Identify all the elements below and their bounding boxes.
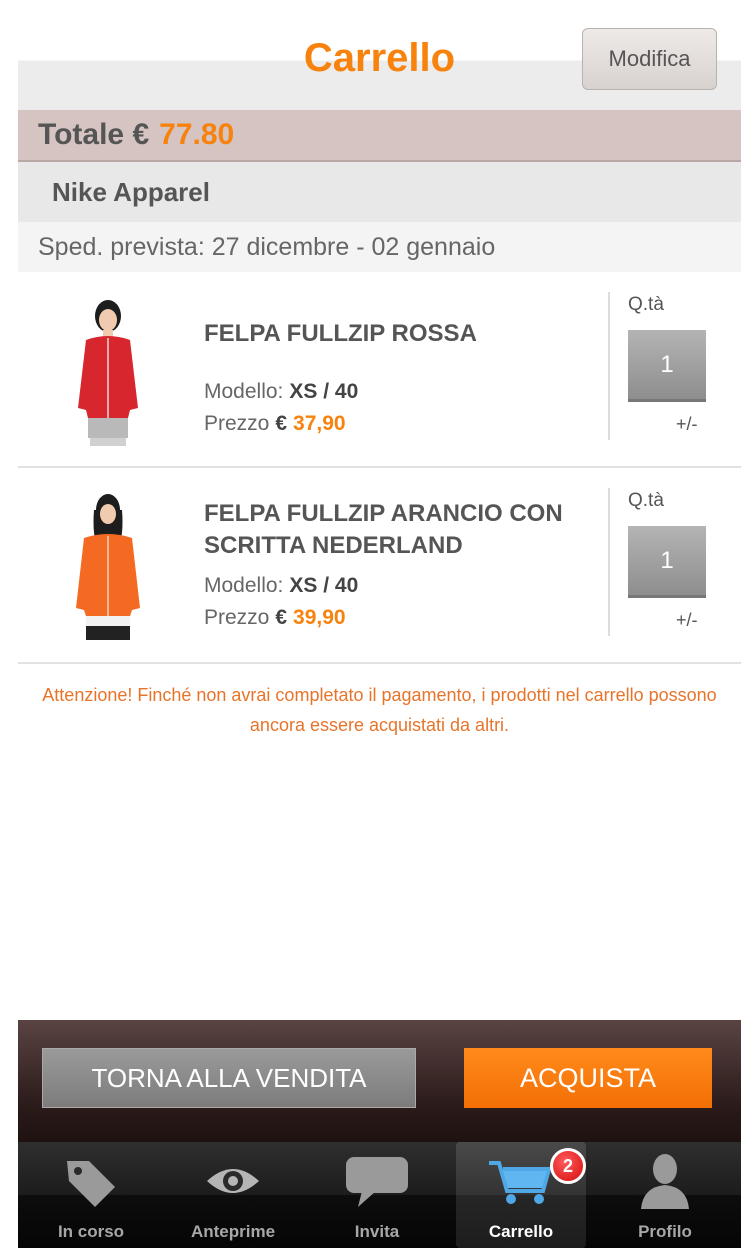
total-label: Totale € (38, 118, 150, 151)
price-label: Prezzo (204, 412, 270, 435)
total-amount: 77.80 (159, 118, 235, 151)
quantity-toggle[interactable]: +/- (676, 414, 698, 435)
total-bar: Totale € 77.80 (18, 110, 741, 162)
person-icon (600, 1152, 730, 1210)
eye-icon (168, 1152, 298, 1210)
quantity-toggle[interactable]: +/- (676, 610, 698, 631)
product-name: FELPA FULLZIP ROSSA (204, 320, 477, 347)
cart-badge: 2 (550, 1148, 586, 1184)
model-value: XS / 40 (289, 574, 359, 597)
model-value: XS / 40 (289, 380, 359, 403)
tag-icon (26, 1152, 156, 1210)
model-label: Modello: (204, 380, 284, 403)
quantity-box[interactable]: 1 (628, 330, 706, 402)
tab-invita[interactable]: Invita (312, 1142, 442, 1248)
price-value: 37,90 (293, 412, 346, 435)
divider (608, 292, 610, 440)
product-image (76, 494, 140, 640)
cart-warning: Attenzione! Finché non avrai completato … (42, 685, 717, 735)
product-model: Modello: XS / 40 (204, 574, 358, 598)
quantity-label: Q.tà (628, 490, 664, 511)
shipping-estimate: Sped. prevista: 27 dicembre - 02 gennaio (18, 222, 741, 272)
store-name: Nike Apparel (18, 162, 741, 222)
tab-carrello[interactable]: 2 Carrello (456, 1142, 586, 1248)
product-name: FELPA FULLZIP ARANCIO CON SCRITTA NEDERL… (204, 500, 563, 559)
tab-anteprime[interactable]: Anteprime (168, 1142, 298, 1248)
tab-bar: In corso Anteprime Invita 2 Carrello Pro… (18, 1142, 741, 1248)
buy-button[interactable]: ACQUISTA (464, 1048, 712, 1108)
navigation-bar: Carrello Modifica (18, 0, 741, 110)
divider (608, 488, 610, 636)
currency: € (275, 412, 288, 435)
cart-item[interactable]: FELPA FULLZIP ROSSA Modello: XS / 40 Prez… (18, 272, 741, 468)
tab-label: Profilo (638, 1222, 692, 1241)
price-label: Prezzo (204, 606, 270, 629)
product-model: Modello: XS / 40 (204, 380, 358, 404)
tab-profilo[interactable]: Profilo (600, 1142, 730, 1248)
cart-item[interactable]: FELPA FULLZIP ARANCIO CON SCRITTA NEDERL… (18, 468, 741, 664)
product-price: Prezzo €37,90 (204, 412, 346, 436)
product-price: Prezzo €39,90 (204, 606, 346, 630)
action-bar: TORNA ALLA VENDITA ACQUISTA (18, 1020, 741, 1142)
quantity-label: Q.tà (628, 294, 664, 315)
price-value: 39,90 (293, 606, 346, 629)
tab-in-corso[interactable]: In corso (26, 1142, 156, 1248)
back-to-sale-button[interactable]: TORNA ALLA VENDITA (42, 1048, 416, 1108)
edit-button[interactable]: Modifica (582, 28, 717, 90)
tab-label: In corso (57, 1222, 125, 1241)
model-label: Modello: (204, 574, 284, 597)
tab-label: Carrello (488, 1222, 554, 1241)
tab-label: Invita (354, 1222, 400, 1241)
product-image (78, 300, 138, 446)
quantity-box[interactable]: 1 (628, 526, 706, 598)
currency: € (275, 606, 288, 629)
cart-screen: Carrello Modifica Totale € 77.80 Nike Ap… (18, 0, 741, 1248)
speech-bubble-icon (312, 1152, 442, 1210)
tab-label: Anteprime (190, 1222, 276, 1241)
